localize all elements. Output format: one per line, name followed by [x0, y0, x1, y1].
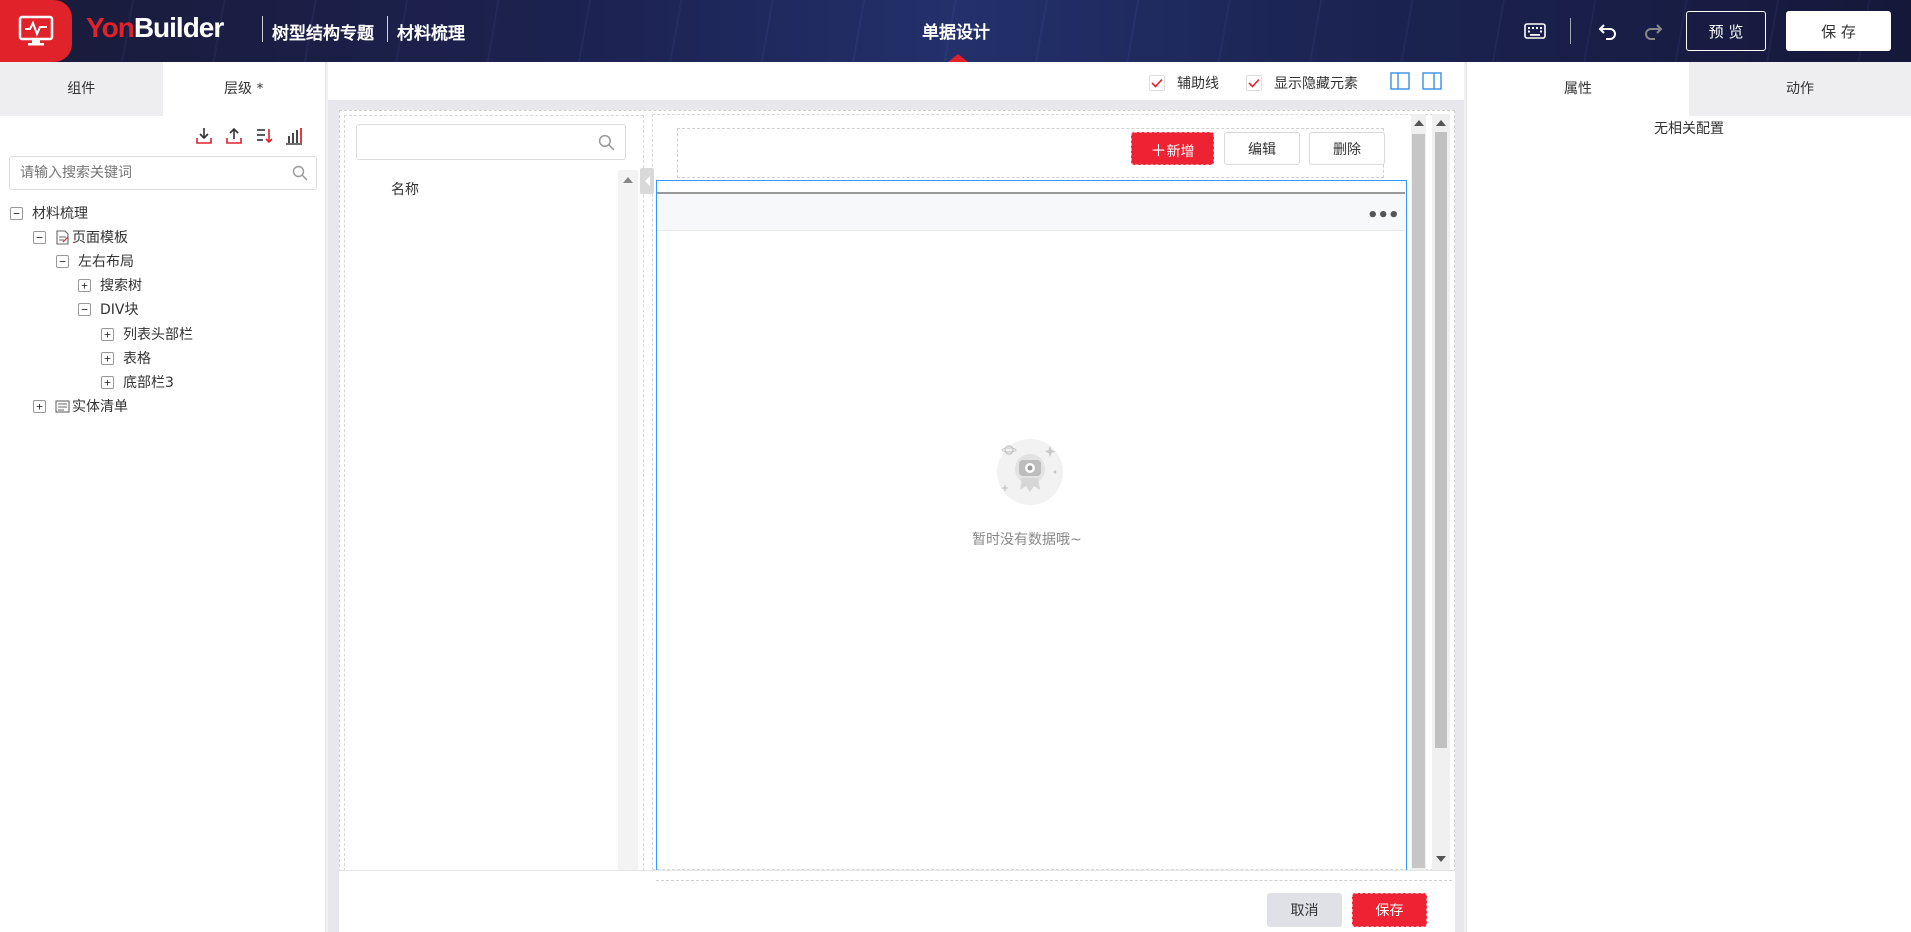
checked-icon — [1246, 75, 1262, 91]
collapse-icon[interactable]: − — [56, 254, 69, 268]
tree-node[interactable]: + 列表头部栏 — [101, 323, 193, 345]
collapse-icon[interactable]: − — [33, 230, 46, 244]
tree-node[interactable]: + 搜索树 — [78, 274, 142, 296]
collapse-icon[interactable]: − — [10, 206, 23, 220]
tree-node[interactable]: − 材料梳理 — [10, 202, 88, 224]
tree-node-label: 页面模板 — [72, 230, 128, 246]
right-panel: 属性 动作 无相关配置 — [1466, 62, 1911, 932]
preview-button[interactable]: 预 览 — [1686, 11, 1766, 51]
tab-actions[interactable]: 动作 — [1689, 62, 1911, 116]
show-hidden-label: 显示隐藏元素 — [1274, 76, 1358, 92]
right-tabs: 属性 动作 — [1467, 62, 1911, 116]
add-button[interactable]: ＋新增 — [1131, 132, 1214, 165]
breadcrumb-current[interactable]: 材料梳理 — [397, 19, 465, 44]
tree-search-box[interactable] — [356, 124, 626, 160]
expand-icon[interactable]: + — [101, 375, 114, 389]
tree-node[interactable]: + 表格 — [101, 347, 151, 369]
canvas-toolbar: 辅助线 显示隐藏元素 — [328, 62, 1464, 100]
search-icon[interactable] — [292, 165, 308, 185]
tree-node-label: 底部栏3 — [123, 375, 174, 391]
guides-label: 辅助线 — [1177, 76, 1219, 92]
tree-node[interactable]: + 底部栏3 — [101, 371, 174, 393]
tree-toolbar — [194, 126, 303, 145]
brand-yon: Yon — [86, 12, 135, 43]
hierarchy-search-input[interactable] — [10, 157, 280, 189]
tree-node-label: 实体清单 — [72, 399, 128, 415]
sort-icon[interactable] — [254, 126, 273, 145]
keyboard-icon[interactable] — [1523, 20, 1547, 42]
tree-column-header: 名称 — [391, 182, 419, 198]
scroll-up-icon[interactable] — [1414, 120, 1424, 126]
crumb-divider — [387, 16, 388, 42]
tree-node[interactable]: − 页面模板 — [33, 226, 128, 248]
cancel-button[interactable]: 取消 — [1267, 893, 1342, 927]
tree-node[interactable]: + 实体清单 — [33, 395, 128, 417]
brand-builder: Builder — [133, 12, 224, 43]
tree-node[interactable]: − 左右布局 — [56, 250, 134, 272]
tree-node-label: 表格 — [123, 351, 151, 367]
page-template-icon — [55, 229, 70, 245]
edit-button[interactable]: 编辑 — [1224, 132, 1300, 165]
selected-table-outline[interactable] — [656, 180, 1407, 932]
search-tree-region[interactable] — [344, 115, 644, 871]
left-panel: 组件 层级 * − 材料梳理 − 页面模板 − 左右布局 + 搜索树 − — [0, 62, 326, 932]
export-icon[interactable] — [224, 126, 243, 145]
tab-components[interactable]: 组件 — [0, 62, 163, 116]
no-config-text: 无相关配置 — [1654, 121, 1724, 137]
collapse-icon[interactable]: − — [78, 302, 91, 316]
show-hidden-checkbox[interactable]: 显示隐藏元素 — [1246, 73, 1358, 93]
tree-node-label: 列表头部栏 — [123, 327, 193, 343]
scroll-up-icon[interactable] — [1436, 120, 1446, 126]
entity-list-icon — [55, 399, 70, 414]
scrollbar-thumb[interactable] — [1435, 132, 1447, 748]
layout-left-icon[interactable] — [1390, 71, 1410, 91]
canvas-scrollbar[interactable] — [1432, 114, 1450, 870]
redo-icon[interactable] — [1641, 20, 1665, 42]
tree-node-label: 材料梳理 — [32, 206, 88, 222]
expand-icon[interactable]: + — [33, 399, 46, 413]
plus-icon: ＋ — [1150, 140, 1167, 160]
scrollbar-thumb[interactable] — [1412, 134, 1425, 868]
tree-scrollbar[interactable] — [618, 170, 638, 870]
hierarchy-search — [9, 156, 317, 190]
guides-checkbox[interactable]: 辅助线 — [1149, 73, 1219, 93]
tab-hierarchy[interactable]: 层级 * — [162, 62, 325, 116]
scroll-down-icon[interactable] — [1436, 856, 1446, 862]
undo-icon[interactable] — [1596, 20, 1620, 42]
expand-icon[interactable]: + — [78, 278, 91, 292]
add-button-label: 新增 — [1166, 143, 1195, 160]
crumb-divider — [262, 16, 263, 42]
save-button[interactable]: 保 存 — [1786, 11, 1891, 51]
tree-node-label: DIV块 — [100, 302, 139, 318]
delete-button[interactable]: 删除 — [1309, 132, 1385, 165]
tree-node-label: 搜索树 — [100, 278, 142, 294]
page-title: 单据设计 — [922, 23, 990, 43]
expand-icon[interactable]: + — [101, 351, 114, 365]
checked-icon — [1149, 75, 1165, 91]
footer-save-button[interactable]: 保存 — [1352, 893, 1427, 927]
tree-node-label: 左右布局 — [78, 254, 134, 270]
app-header: YonBuilder 树型结构专题 材料梳理 单据设计 预 览 保 存 — [0, 0, 1911, 62]
brand-name: YonBuilder — [86, 12, 224, 44]
import-icon[interactable] — [194, 126, 213, 145]
chart-icon[interactable] — [284, 126, 303, 145]
tab-properties[interactable]: 属性 — [1467, 62, 1689, 116]
monitor-logo-icon — [18, 15, 54, 46]
app-logo[interactable] — [0, 0, 72, 62]
search-icon[interactable] — [598, 134, 615, 155]
tree-node[interactable]: − DIV块 — [78, 298, 139, 320]
header-divider — [1570, 18, 1571, 44]
expand-icon[interactable]: + — [101, 327, 114, 341]
layout-right-icon[interactable] — [1422, 71, 1442, 91]
table-scrollbar[interactable] — [1411, 114, 1426, 870]
left-tabs: 组件 层级 * — [0, 62, 325, 116]
scroll-up-icon[interactable] — [623, 177, 633, 183]
breadcrumb-topic[interactable]: 树型结构专题 — [272, 19, 374, 44]
